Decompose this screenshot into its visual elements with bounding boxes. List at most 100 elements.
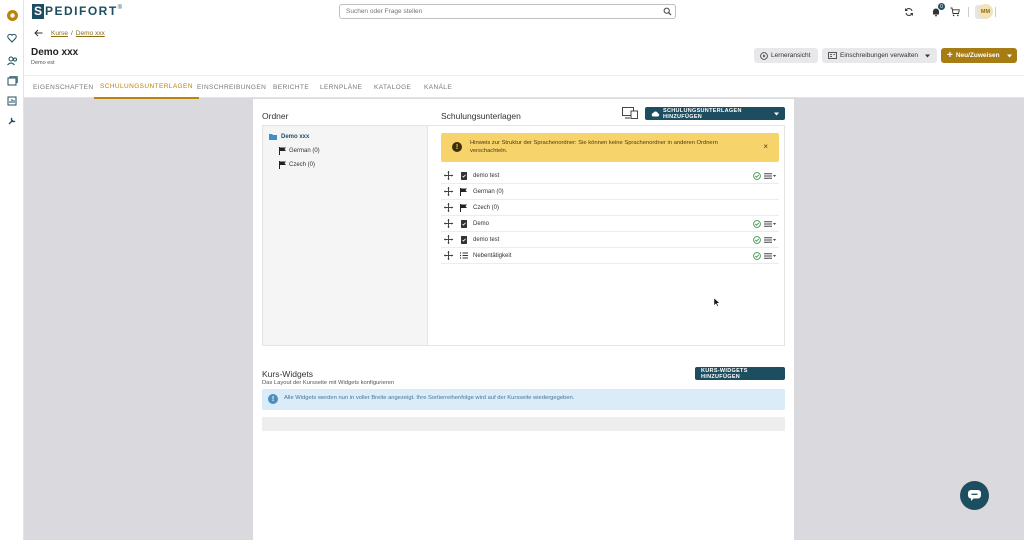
new-assign-button[interactable]: + Neu/Zuweisen [941, 48, 1017, 63]
folder-item-label: German (0) [289, 148, 320, 154]
cart-icon[interactable] [949, 6, 961, 18]
tab-kanaele[interactable]: KANÄLE [418, 76, 458, 99]
users-icon[interactable] [6, 55, 18, 67]
folder-root[interactable]: Demo xxx [269, 133, 309, 140]
brand-registered: ® [117, 5, 123, 11]
page-subtitle: Demo est [31, 60, 55, 66]
document-icon [459, 171, 468, 180]
sync-icon[interactable] [903, 6, 915, 18]
folders-title: Ordner [262, 111, 289, 121]
tab-eigenschaften[interactable]: EIGENSCHAFTEN [27, 76, 99, 99]
flag-icon [279, 147, 286, 155]
search-input[interactable] [346, 5, 646, 18]
brand-name: PEDIFORT [45, 4, 118, 18]
notifications-icon[interactable]: 0 [930, 3, 945, 18]
top-bar: S PEDIFORT ® 0 MM [24, 0, 1024, 24]
material-row[interactable]: demo test [441, 168, 779, 184]
folder-open-icon [269, 133, 278, 140]
brand-mark: S [32, 3, 44, 19]
brand-logo[interactable]: S PEDIFORT ® [32, 3, 122, 19]
warning-icon: ! [452, 142, 462, 152]
add-widgets-button[interactable]: KURS-WIDGETS HINZUFÜGEN [695, 367, 785, 380]
tab-berichte[interactable]: BERICHTE [267, 76, 315, 99]
drag-handle-icon[interactable] [443, 251, 453, 260]
material-row[interactable]: demo test [441, 232, 779, 248]
chat-bubble-icon [968, 490, 981, 501]
folder-item[interactable]: Czech (0) [279, 161, 315, 169]
drag-handle-icon[interactable] [443, 171, 453, 180]
chat-button[interactable] [960, 481, 989, 510]
check-circle-icon [753, 236, 761, 246]
material-label: Nebentätigkeit [473, 252, 512, 259]
material-label: Demo [473, 220, 490, 227]
material-row[interactable]: Nebentätigkeit [441, 248, 779, 264]
divider [968, 7, 969, 17]
flag-icon [459, 187, 468, 196]
drag-handle-icon[interactable] [443, 219, 453, 228]
folder-item[interactable]: German (0) [279, 147, 320, 155]
check-circle-icon [753, 220, 761, 230]
material-label: demo test [473, 172, 500, 179]
breadcrumb-current-link[interactable]: Demo xxx [76, 30, 105, 37]
row-menu-icon[interactable] [764, 253, 776, 259]
drag-handle-icon[interactable] [443, 203, 453, 212]
folder-tree: Demo xxx German (0) Czech (0) [262, 125, 428, 346]
add-materials-label: SCHULUNGSUNTERLAGEN HINZUFÜGEN [663, 107, 742, 120]
material-label: demo test [473, 236, 500, 243]
courses-icon[interactable] [6, 75, 18, 87]
row-menu-icon[interactable] [764, 221, 776, 227]
check-circle-icon [753, 252, 761, 262]
tab-lernplaene[interactable]: LERNPLÄNE [314, 76, 368, 99]
material-label: Czech (0) [473, 204, 500, 211]
user-avatar[interactable]: MM [978, 4, 993, 19]
warning-text: Hinweis zur Struktur der Sprachenordner:… [470, 140, 718, 154]
play-circle-icon [760, 51, 768, 60]
notification-badge: 0 [938, 3, 945, 10]
breadcrumb-separator: / [70, 29, 73, 37]
new-assign-label: Neu/Zuweisen [955, 52, 1000, 59]
screen-devices-icon[interactable] [622, 107, 638, 119]
favorites-icon[interactable] [6, 32, 18, 44]
search-box[interactable] [339, 4, 676, 19]
tab-kataloge[interactable]: KATALOGE [368, 76, 417, 99]
widgets-info-banner: ! Alle Widgets werden nun in voller Brei… [262, 389, 785, 410]
learner-view-button[interactable]: Lerneransicht [754, 48, 818, 63]
tab-einschreibungen[interactable]: EINSCHREIBUNGEN [191, 76, 272, 99]
close-icon[interactable]: × [763, 142, 768, 151]
course-header: Kurse / Demo xxx Demo xxx Demo est Lerne… [24, 24, 1024, 75]
page-title: Demo xxx [31, 47, 79, 58]
folder-root-label: Demo xxx [281, 133, 310, 140]
list-icon [459, 252, 468, 259]
material-row[interactable]: Demo [441, 216, 779, 232]
app-logo-icon[interactable] [6, 9, 18, 21]
tools-icon[interactable] [6, 115, 18, 127]
document-icon [459, 219, 468, 228]
left-rail [0, 0, 24, 540]
folder-item-label: Czech (0) [289, 162, 316, 168]
add-materials-button[interactable]: SCHULUNGSUNTERLAGEN HINZUFÜGEN [645, 107, 785, 120]
back-arrow-icon[interactable] [34, 29, 43, 37]
divider [995, 7, 996, 17]
info-text: Alle Widgets werden nun in voller Breite… [284, 395, 575, 401]
materials-title: Schulungsunterlagen [441, 111, 521, 121]
material-row[interactable]: German (0) [441, 184, 779, 200]
breadcrumb-kurse-link[interactable]: Kurse [51, 30, 68, 37]
drag-handle-icon[interactable] [443, 187, 453, 196]
cloud-upload-icon [651, 111, 660, 117]
reports-icon[interactable] [6, 95, 18, 107]
plus-icon: + [947, 49, 953, 61]
chevron-down-icon [774, 112, 779, 116]
row-menu-icon[interactable] [764, 237, 776, 243]
flag-icon [279, 161, 286, 169]
manage-enrollments-label: Einschreibungen verwalten [840, 52, 919, 59]
chevron-down-icon [1006, 54, 1012, 58]
tab-schulungsunterlagen[interactable]: SCHULUNGSUNTERLAGEN [94, 76, 199, 99]
material-row[interactable]: Czech (0) [441, 200, 779, 216]
drag-handle-icon[interactable] [443, 235, 453, 244]
document-icon [459, 235, 468, 244]
row-menu-icon[interactable] [764, 173, 776, 179]
id-card-icon [828, 52, 837, 59]
search-icon[interactable] [663, 7, 672, 18]
widgets-subtitle: Das Layout der Kursseite mit Widgets kon… [262, 380, 395, 386]
manage-enrollments-button[interactable]: Einschreibungen verwalten [822, 48, 937, 63]
